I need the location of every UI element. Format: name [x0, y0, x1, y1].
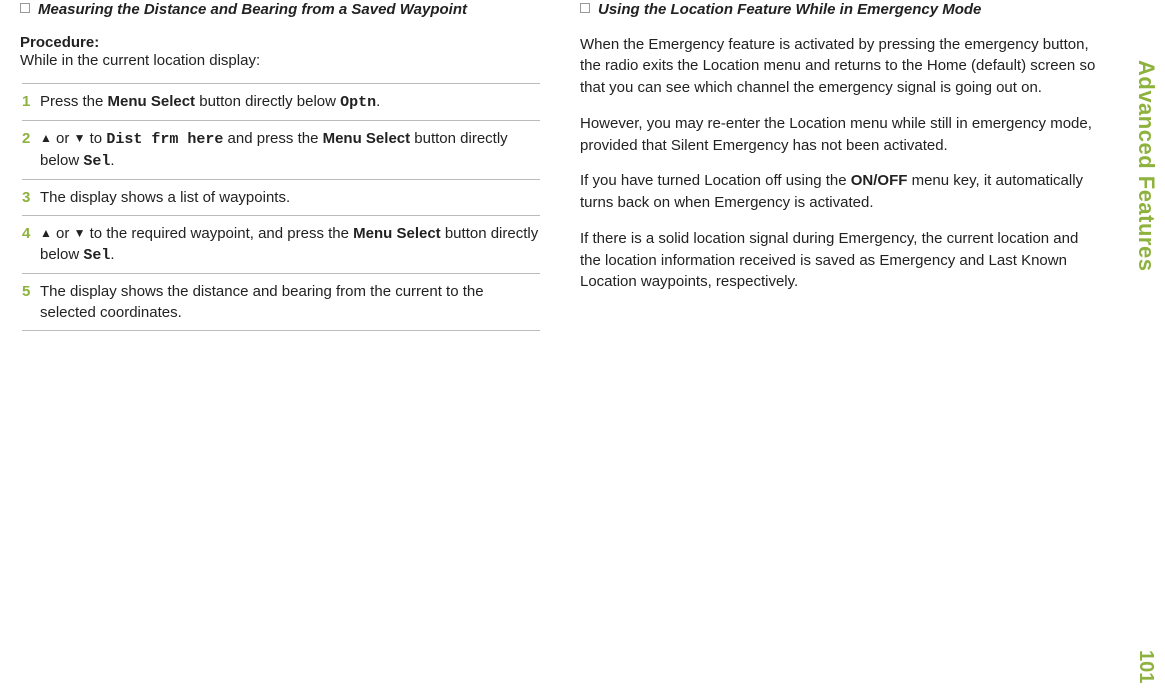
- section-box-icon: [20, 3, 30, 13]
- down-arrow-icon: ▼: [74, 225, 86, 242]
- left-heading-text: Measuring the Distance and Bearing from …: [38, 0, 467, 20]
- right-paras: When the Emergency feature is activated …: [580, 34, 1100, 294]
- bold-term: Menu Select: [353, 225, 441, 242]
- text-run: to the required waypoint, and press the: [85, 225, 353, 242]
- text-run: or: [52, 225, 74, 242]
- right-column: Using the Location Feature While in Emer…: [580, 0, 1120, 689]
- text-run: Press the: [40, 93, 108, 110]
- step-body: Press the Menu Select button directly be…: [40, 91, 540, 113]
- bold-term: ON/OFF: [851, 172, 908, 189]
- page-number: 101: [1134, 650, 1157, 683]
- left-column: Measuring the Distance and Bearing from …: [20, 0, 560, 689]
- mono-term: Optn: [340, 94, 376, 111]
- text-run: The display shows the distance and beari…: [40, 283, 484, 321]
- text-run: and press the: [223, 130, 322, 147]
- step-number: 1: [22, 91, 40, 113]
- text-run: When the Emergency feature is activated …: [580, 36, 1095, 97]
- text-run: to: [85, 130, 106, 147]
- text-run: or: [52, 130, 74, 147]
- text-run: If you have turned Location off using th…: [580, 172, 851, 189]
- section-box-icon: [580, 3, 590, 13]
- page: Measuring the Distance and Bearing from …: [0, 0, 1165, 689]
- bold-term: Menu Select: [323, 130, 411, 147]
- procedure-intro: While in the current location display:: [20, 51, 540, 71]
- procedure-step: 3The display shows a list of waypoints.: [22, 187, 540, 216]
- steps-container: 1Press the Menu Select button directly b…: [20, 83, 540, 331]
- step-number: 5: [22, 281, 40, 323]
- procedure-step: 1Press the Menu Select button directly b…: [22, 83, 540, 121]
- left-heading: Measuring the Distance and Bearing from …: [20, 0, 540, 20]
- paragraph: If you have turned Location off using th…: [580, 170, 1100, 214]
- mono-term: Sel: [83, 153, 110, 170]
- text-run: .: [110, 246, 114, 263]
- text-run: .: [376, 93, 380, 110]
- step-body: The display shows a list of waypoints.: [40, 187, 540, 208]
- text-run: .: [110, 152, 114, 169]
- up-arrow-icon: ▲: [40, 130, 52, 147]
- step-number: 4: [22, 223, 40, 266]
- paragraph: If there is a solid location signal duri…: [580, 228, 1100, 293]
- step-number: 3: [22, 187, 40, 208]
- procedure-step: 2▲ or ▼ to Dist frm here and press the M…: [22, 128, 540, 180]
- down-arrow-icon: ▼: [74, 130, 86, 147]
- step-number: 2: [22, 128, 40, 172]
- paragraph: However, you may re-enter the Location m…: [580, 113, 1100, 157]
- right-heading: Using the Location Feature While in Emer…: [580, 0, 1100, 20]
- right-heading-text: Using the Location Feature While in Emer…: [598, 0, 981, 20]
- text-run: The display shows a list of waypoints.: [40, 189, 290, 206]
- procedure-step: 4▲ or ▼ to the required waypoint, and pr…: [22, 223, 540, 274]
- mono-term: Dist frm here: [106, 131, 223, 148]
- side-label: Advanced Features: [1133, 60, 1159, 271]
- paragraph: When the Emergency feature is activated …: [580, 34, 1100, 99]
- text-run: If there is a solid location signal duri…: [580, 230, 1078, 291]
- mono-term: Sel: [83, 247, 110, 264]
- step-body: ▲ or ▼ to the required waypoint, and pre…: [40, 223, 540, 266]
- step-body: ▲ or ▼ to Dist frm here and press the Me…: [40, 128, 540, 172]
- up-arrow-icon: ▲: [40, 225, 52, 242]
- procedure-label: Procedure:: [20, 34, 540, 51]
- text-run: button directly below: [195, 93, 340, 110]
- step-body: The display shows the distance and beari…: [40, 281, 540, 323]
- text-run: However, you may re-enter the Location m…: [580, 115, 1092, 154]
- bold-term: Menu Select: [108, 93, 196, 110]
- procedure-step: 5The display shows the distance and bear…: [22, 281, 540, 331]
